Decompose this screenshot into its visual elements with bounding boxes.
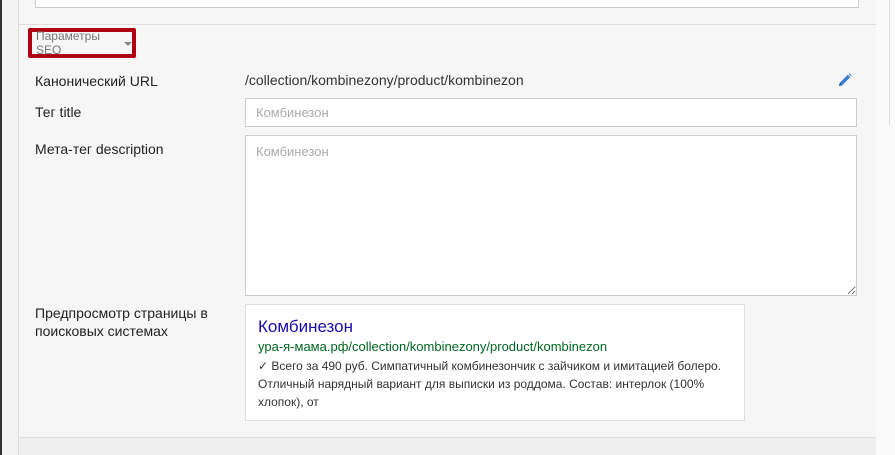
title-tag-label: Тег title (35, 104, 82, 120)
next-section (19, 438, 877, 455)
title-tag-input[interactable] (245, 98, 857, 127)
preview-description: ✓ Всего за 490 руб. Симпатичный комбинез… (258, 359, 721, 409)
scrollbar-edge (889, 0, 890, 125)
scroll-area (876, 0, 895, 455)
search-preview-label: Предпросмотр страницы в поисковых систем… (35, 305, 208, 339)
pencil-icon[interactable] (837, 72, 853, 88)
meta-description-textarea[interactable] (245, 135, 857, 296)
canonical-url-label: Канонический URL (35, 73, 158, 89)
preview-title-link[interactable]: Комбинезон (258, 317, 732, 337)
previous-field-box (35, 0, 859, 8)
chevron-down-icon (124, 42, 132, 46)
search-preview-card: Комбинезон ура-я-мама.рф/collection/komb… (245, 304, 745, 421)
seo-panel: Параметры SEO Канонический URL /collecti… (18, 0, 878, 455)
seo-params-label: Параметры SEO (36, 29, 100, 57)
window-left-edge (0, 0, 2, 455)
meta-description-label: Мета-тег description (35, 141, 164, 157)
preview-url: ура-я-мама.рф/collection/kombinezony/pro… (258, 339, 608, 354)
divider (19, 24, 877, 25)
canonical-url-value: /collection/kombinezony/product/kombinez… (245, 72, 524, 88)
seo-params-toggle[interactable]: Параметры SEO (28, 28, 136, 58)
